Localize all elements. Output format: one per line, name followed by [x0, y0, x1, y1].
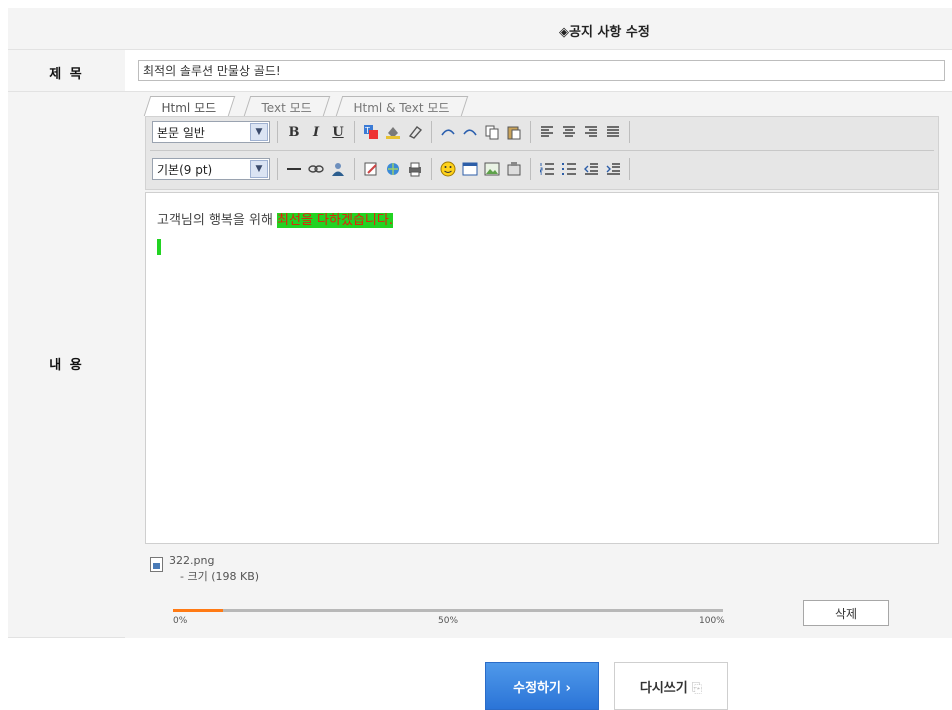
editor-toolbar: 본문 일반 ▼ B I U T 기본(9 pt) ▼ — [145, 116, 939, 190]
toolbar-separator — [354, 121, 355, 143]
font-color-icon[interactable]: T — [362, 123, 380, 141]
editor-text-highlighted: 최선을 다하겠습니다. — [277, 213, 393, 228]
title-row: 제 목 — [8, 50, 952, 92]
print-icon[interactable] — [406, 160, 424, 178]
toolbar-separator — [530, 121, 531, 143]
title-label: 제 목 — [49, 67, 84, 82]
horizontal-rule-icon[interactable] — [285, 160, 303, 178]
align-center-icon[interactable] — [560, 123, 578, 141]
reset-button[interactable]: 다시쓰기 ⎘ — [614, 662, 728, 710]
emoticon-icon[interactable] — [439, 160, 457, 178]
paragraph-style-select[interactable]: 본문 일반 ▼ — [152, 121, 270, 143]
toolbar-separator — [629, 121, 630, 143]
image-file-icon — [150, 557, 163, 572]
upload-progress-fill — [173, 609, 223, 612]
unordered-list-icon[interactable] — [560, 160, 578, 178]
upload-progress-bar — [173, 609, 723, 612]
editor-text-plain: 고객님의 행복을 위해 — [157, 213, 278, 228]
link-icon[interactable] — [307, 160, 325, 178]
svg-text:T: T — [364, 126, 370, 135]
image-icon[interactable] — [483, 160, 501, 178]
title-label-cell: 제 목 — [8, 50, 125, 91]
media-icon[interactable] — [505, 160, 523, 178]
reset-icon: ⎘ — [691, 680, 703, 696]
user-icon[interactable] — [329, 160, 347, 178]
title-input[interactable] — [138, 60, 945, 81]
bold-button[interactable]: B — [285, 123, 303, 141]
font-size-select[interactable]: 기본(9 pt) ▼ — [152, 158, 270, 180]
web-icon[interactable] — [384, 160, 402, 178]
redo-icon[interactable] — [439, 123, 457, 141]
toolbar-separator — [629, 158, 630, 180]
italic-button[interactable]: I — [307, 123, 325, 141]
tab-html-text-mode[interactable]: Html & Text 모드 — [335, 96, 469, 116]
progress-label-50: 50% — [438, 616, 459, 626]
chevron-down-icon: ▼ — [250, 160, 268, 178]
progress-label-0: 0% — [173, 616, 188, 626]
editor-content-area[interactable]: 고객님의 행복을 위해 최선을 다하겠습니다. — [145, 192, 939, 544]
paste-icon[interactable] — [505, 123, 523, 141]
attachment-file-name: 322.png — [169, 554, 215, 567]
align-left-icon[interactable] — [538, 123, 556, 141]
toolbar-separator — [277, 121, 278, 143]
toolbar-separator — [354, 158, 355, 180]
copy-icon[interactable] — [483, 123, 501, 141]
bg-color-icon[interactable] — [384, 123, 402, 141]
toolbar-separator — [431, 158, 432, 180]
tab-html-mode[interactable]: Html 모드 — [143, 96, 235, 116]
content-row: 내 용 Html 모드 Text 모드 Html & Text 모드 본문 일반… — [8, 92, 952, 638]
ordered-list-icon[interactable] — [538, 160, 556, 178]
header-bar: ◈공지 사항 수정 — [8, 8, 952, 50]
page-title: ◈공지 사항 수정 — [559, 25, 650, 40]
edit-icon[interactable] — [362, 160, 380, 178]
indent-icon[interactable] — [604, 160, 622, 178]
submit-edit-button[interactable]: 수정하기 › — [485, 662, 599, 710]
attachment-file-size: - 크기 (198 KB) — [180, 570, 260, 583]
toolbar-divider — [150, 150, 934, 151]
text-cursor — [157, 239, 161, 255]
chevron-down-icon: ▼ — [250, 123, 268, 141]
delete-attachment-button[interactable]: 삭제 — [803, 600, 889, 626]
align-right-icon[interactable] — [582, 123, 600, 141]
toolbar-separator — [530, 158, 531, 180]
reset-button-label: 다시쓰기 — [639, 680, 688, 696]
content-label-cell: 내 용 — [8, 92, 125, 637]
editor-text-line: 고객님의 행복을 위해 최선을 다하겠습니다. — [157, 209, 393, 228]
eraser-icon[interactable] — [406, 123, 424, 141]
progress-label-100: 100% — [699, 616, 725, 626]
toolbar-separator — [431, 121, 432, 143]
tab-text-mode[interactable]: Text 모드 — [243, 96, 331, 116]
table-icon[interactable] — [461, 160, 479, 178]
editor-container: Html 모드 Text 모드 Html & Text 모드 본문 일반 ▼ B… — [125, 92, 952, 638]
underline-button[interactable]: U — [329, 123, 347, 141]
outdent-icon[interactable] — [582, 160, 600, 178]
notice-edit-page: ◈공지 사항 수정 제 목 내 용 Html 모드 Text 모드 Html &… — [0, 0, 952, 710]
content-label: 내 용 — [49, 358, 84, 373]
align-justify-icon[interactable] — [604, 123, 622, 141]
toolbar-separator — [277, 158, 278, 180]
toolbar-row-2: 기본(9 pt) ▼ — [152, 157, 633, 181]
undo-icon[interactable] — [461, 123, 479, 141]
toolbar-row-1: 본문 일반 ▼ B I U T — [152, 120, 633, 144]
